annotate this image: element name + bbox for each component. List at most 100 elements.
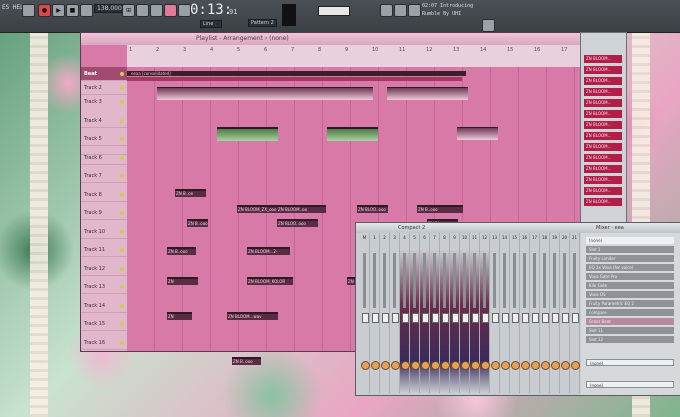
mixer-fader[interactable] [482, 313, 489, 323]
channel-rack-icon[interactable] [394, 4, 407, 17]
track-header[interactable]: Track 9 [81, 206, 127, 220]
mixer-fader[interactable] [522, 313, 529, 323]
track-header[interactable]: Track 13 [81, 280, 127, 294]
track-mute-led[interactable] [120, 340, 124, 345]
mixer-strip[interactable]: 8 [440, 233, 450, 393]
track-mute-led[interactable] [120, 72, 124, 76]
track-mute-led[interactable] [120, 229, 124, 234]
mixer-route-knob[interactable] [481, 361, 490, 370]
mixer-output-select[interactable]: (none) [586, 381, 674, 388]
mixer-fader[interactable] [372, 313, 379, 323]
track-header[interactable]: Beat [81, 67, 127, 81]
mixer-fader[interactable] [432, 313, 439, 323]
track-header[interactable]: Track 11 [81, 243, 127, 257]
track-mute-led[interactable] [120, 248, 124, 252]
track-mute-led[interactable] [120, 192, 124, 197]
track-mute-led[interactable] [120, 303, 124, 308]
mixer-fader[interactable] [502, 313, 509, 323]
channel-rack-item[interactable]: ZN BLOOM... [584, 198, 622, 206]
mixer-route-knob[interactable] [381, 361, 390, 370]
channel-rack-item[interactable]: ZN BLOOM... [584, 110, 622, 118]
channel-rack-item[interactable]: ZN BLOOM... [584, 154, 622, 162]
track-mute-led[interactable] [120, 100, 124, 104]
mixer-strip[interactable]: 4 [400, 233, 410, 393]
playlist-clip[interactable] [217, 127, 278, 141]
track-mute-led[interactable] [120, 86, 124, 90]
mixer-fader[interactable] [532, 313, 539, 323]
channel-rack-item[interactable]: ZN BLOOM... [584, 99, 622, 107]
playlist-clip[interactable] [327, 127, 378, 141]
mixer-route-knob[interactable] [541, 361, 550, 370]
mixer-route-knob[interactable] [471, 361, 480, 370]
mixer-route-knob[interactable] [461, 361, 470, 370]
browser-icon[interactable] [380, 4, 393, 17]
mixer-fader[interactable] [562, 313, 569, 323]
playlist-clip[interactable]: ZN BLOO..ooo [357, 205, 388, 213]
playlist-clip[interactable]: ZN BLOOM...wav [227, 312, 278, 320]
track-mute-led[interactable] [120, 211, 124, 215]
pattern-song-toggle[interactable] [22, 4, 35, 17]
mixer-route-knob[interactable] [411, 361, 420, 370]
mixer-fader[interactable] [402, 313, 409, 323]
mixer-strip[interactable]: 3 [390, 233, 400, 393]
consolidated-clip[interactable]: eeaa [consolidated] [127, 71, 466, 76]
mixer-fader[interactable] [362, 313, 369, 323]
channel-rack-item[interactable]: ZN BLOOM... [584, 55, 622, 63]
online-news-icon[interactable] [482, 19, 495, 32]
track-header[interactable]: Track 6 [81, 151, 127, 165]
mixer-fader[interactable] [452, 313, 459, 323]
playlist-clip[interactable]: ZN B..ooo [417, 205, 463, 213]
track-header[interactable]: Track 15 [81, 317, 127, 331]
channel-rack-item[interactable]: ZN BLOOM... [584, 77, 622, 85]
mixer-effect-slot[interactable]: Voxa OS [586, 291, 674, 298]
snap-select[interactable]: Line [200, 20, 222, 28]
timeline-ruler[interactable]: 1 2 3 4 5 6 7 8 9 10 11 12 13 14 15 16 17 [127, 45, 581, 68]
piano-roll-icon[interactable] [150, 4, 163, 17]
channel-rack-item[interactable]: ZN BLOOM... [584, 165, 622, 173]
automation-strip[interactable] [127, 77, 462, 81]
track-header[interactable]: Track 12 [81, 262, 127, 276]
mixer-route-knob[interactable] [441, 361, 450, 370]
playlist-clip[interactable] [257, 87, 308, 100]
mixer-strip[interactable]: 12 [480, 233, 490, 393]
track-header[interactable]: Track 10 [81, 225, 127, 239]
mixer-route-knob[interactable] [571, 361, 580, 370]
playlist-clip[interactable]: ZN BLOOM..oo [277, 205, 326, 213]
playlist-clip[interactable]: ZN BLOOM_KOLOR [167, 277, 198, 285]
mixer-route-knob[interactable] [421, 361, 430, 370]
mixer-route-knob[interactable] [491, 361, 500, 370]
mixer-fader[interactable] [492, 313, 499, 323]
mixer-strip[interactable]: 19 [550, 233, 560, 393]
snap-icon[interactable]: ⊞ [122, 4, 135, 17]
channel-rack-item[interactable]: ZN BLOOM... [584, 88, 622, 96]
mixer-fader[interactable] [442, 313, 449, 323]
mixer-strip[interactable]: 16 [520, 233, 530, 393]
channel-rack-item[interactable]: ZN BLOOM... [584, 176, 622, 184]
mixer-strip[interactable]: 10 [460, 233, 470, 393]
mixer-strip[interactable]: 18 [540, 233, 550, 393]
channel-rack-item[interactable]: ZN BLOOM... [584, 121, 622, 129]
mixer-route-knob[interactable] [561, 361, 570, 370]
playlist-clip[interactable]: ZN BLOO..ooo [277, 219, 318, 227]
playlist-clip[interactable]: ZN B..on [175, 189, 206, 197]
playlist-clip[interactable]: ZN BLOOM...wav [167, 312, 192, 320]
track-header[interactable]: Track 4 [81, 114, 127, 128]
metronome-button[interactable] [80, 4, 93, 17]
mixer-fader[interactable] [572, 313, 579, 323]
mixer-strip[interactable]: 15 [510, 233, 520, 393]
mixer-route-knob[interactable] [401, 361, 410, 370]
mixer-route-knob[interactable] [371, 361, 380, 370]
mixer-effect-slot[interactable]: (none) [586, 237, 674, 244]
play-button[interactable]: ▶ [52, 4, 65, 17]
playlist-clip[interactable]: ZN B..ooo [167, 247, 196, 255]
mixer-route-knob[interactable] [511, 361, 520, 370]
mixer-effect-slot[interactable]: Slot 1 [586, 246, 674, 253]
mixer-fader[interactable] [382, 313, 389, 323]
mixer-strip[interactable]: 5 [410, 233, 420, 393]
tempo-field[interactable]: 138.000 [94, 4, 125, 13]
channel-rack-item[interactable]: ZN BLOOM... [584, 66, 622, 74]
mixer-fader[interactable] [472, 313, 479, 323]
stop-button[interactable]: ■ [66, 4, 79, 17]
mixer-strip[interactable]: 2 [380, 233, 390, 393]
mixer-effect-slot[interactable]: Fruity Parametric EQ 2 [586, 300, 674, 307]
